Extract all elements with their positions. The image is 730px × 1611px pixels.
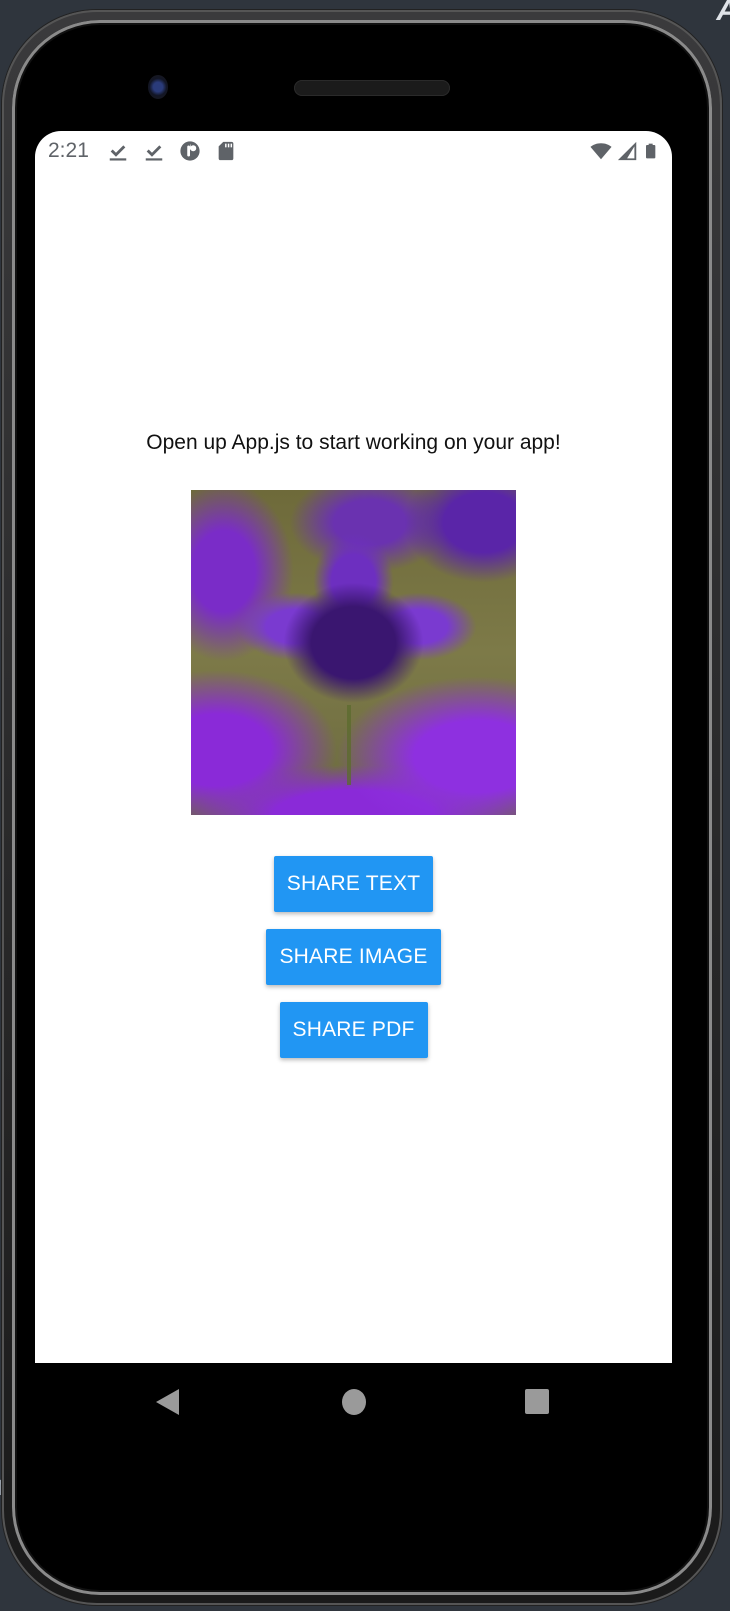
notification-icons xyxy=(107,140,237,162)
navigation-bar xyxy=(35,1363,672,1443)
download-done-icon xyxy=(145,145,163,161)
share-buttons: SHARE TEXT SHARE IMAGE SHARE PDF xyxy=(35,856,672,1058)
share-image-button[interactable]: SHARE IMAGE xyxy=(266,929,441,985)
home-icon[interactable] xyxy=(342,1389,366,1415)
recents-icon[interactable] xyxy=(525,1389,549,1414)
status-time: 2:21 xyxy=(48,139,89,162)
wifi-icon xyxy=(590,143,612,160)
system-icons xyxy=(590,140,660,162)
app-screen: 2:21 Open up App.js to start working on … xyxy=(35,131,672,1363)
sd-card-icon xyxy=(218,141,234,161)
battery-icon xyxy=(646,143,656,159)
download-done-icon xyxy=(109,145,127,161)
earpiece-speaker xyxy=(294,80,450,96)
background-partial-text: A xyxy=(716,0,730,28)
back-icon[interactable] xyxy=(156,1389,179,1415)
flower-image xyxy=(191,490,516,815)
status-bar: 2:21 xyxy=(35,131,672,171)
intro-text: Open up App.js to start working on your … xyxy=(146,431,561,454)
flower-stem xyxy=(347,705,351,785)
front-camera xyxy=(148,75,168,99)
data-saver-icon xyxy=(180,141,200,161)
share-text-button[interactable]: SHARE TEXT xyxy=(273,856,434,912)
share-pdf-button[interactable]: SHARE PDF xyxy=(279,1002,428,1058)
cellular-signal-icon xyxy=(617,141,637,161)
